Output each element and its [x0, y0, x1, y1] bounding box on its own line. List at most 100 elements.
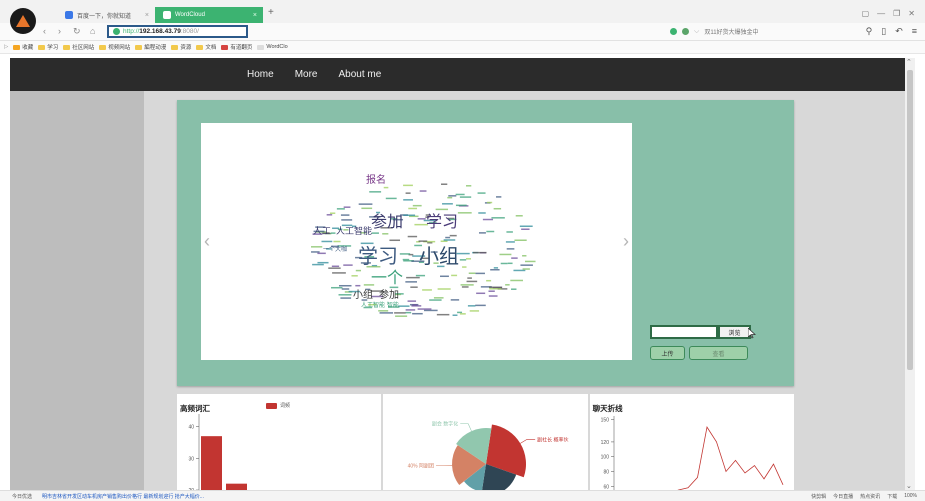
- wordcloud-small-word: [361, 207, 373, 210]
- status-item[interactable]: 100%: [904, 493, 917, 500]
- y-tick-label: 120: [600, 440, 609, 446]
- pie-label-line: [460, 423, 473, 432]
- wordcloud-small-word: [311, 246, 323, 248]
- reload-icon[interactable]: ↻: [73, 26, 81, 37]
- bookmark-favorites[interactable]: 收藏: [13, 43, 33, 51]
- bookmark-folder[interactable]: 资源: [171, 43, 191, 51]
- wordcloud-small-word: [462, 266, 467, 268]
- wordcloud-small-word: [358, 203, 373, 205]
- vertical-scrollbar[interactable]: ⌃ ⌄: [905, 58, 915, 490]
- wordcloud-hero: ‹ › 学习 小组 参加 学习 一个 小组 参加 人工 人工智能 报名 人工智能 智能 一个大咖 浏览…: [177, 100, 794, 386]
- upload-button[interactable]: 上传: [650, 346, 685, 360]
- wordcloud-small-word: [482, 218, 494, 221]
- nav-more-link[interactable]: More: [295, 69, 318, 80]
- bookmark-folder[interactable]: 文档: [196, 43, 216, 51]
- maximize-icon[interactable]: ❐: [893, 9, 900, 18]
- bar[interactable]: [201, 436, 222, 490]
- wordcloud-small-word: [399, 253, 411, 255]
- status-news-link[interactable]: 明市吉林省开发区动车机房产销售购出价格行 最新规划迎行 抢产大幅价...: [42, 493, 204, 500]
- wordcloud-small-word: [410, 286, 418, 288]
- bookmark-folder[interactable]: 学习: [38, 43, 58, 51]
- extension-icon[interactable]: [670, 28, 677, 35]
- wordcloud-small-word: [433, 297, 444, 299]
- wordcloud-small-word: [382, 233, 389, 235]
- wordcloud-small-word: [343, 206, 351, 208]
- wordcloud-small-word: [332, 272, 346, 274]
- file-path-input[interactable]: [650, 325, 718, 339]
- close-tab-icon[interactable]: ×: [145, 12, 149, 19]
- search-icon[interactable]: ⚲: [866, 26, 873, 37]
- address-bar[interactable]: http:// 192.168.43.79 :8080/: [107, 25, 248, 38]
- status-left-label[interactable]: 今日优选: [12, 493, 32, 500]
- wordcloud-small-word: [330, 232, 336, 234]
- nav-home-link[interactable]: Home: [247, 69, 274, 80]
- wordcloud-small-word: [417, 218, 426, 220]
- site-nav-bar: Home More About me: [10, 58, 905, 91]
- restore-icon[interactable]: ▢: [862, 9, 870, 18]
- y-tick-label: 30: [188, 456, 194, 462]
- bookmark-youdao[interactable]: 有道翻页: [221, 43, 252, 51]
- main-content: ‹ › 学习 小组 参加 学习 一个 小组 参加 人工 人工智能 报名 人工智能 智能 一个大咖 浏览…: [144, 91, 905, 490]
- menu-icon[interactable]: ≡: [912, 26, 917, 37]
- browser-logo-icon[interactable]: [10, 8, 36, 34]
- status-item[interactable]: 下载: [887, 493, 897, 500]
- scroll-up-icon[interactable]: ⌃: [906, 58, 912, 66]
- bookmark-folder[interactable]: 編程动漫: [135, 43, 166, 51]
- status-item[interactable]: 快剪辑: [811, 493, 826, 500]
- wordcloud-small-word: [407, 300, 417, 302]
- wordcloud-small-word: [499, 253, 512, 256]
- tab-title: 百度一下，你就知道: [77, 13, 132, 20]
- tab-wordcloud[interactable]: WordCloud ×: [155, 7, 263, 23]
- new-tab-icon[interactable]: +: [268, 7, 274, 18]
- wordcloud-small-word: [513, 269, 526, 272]
- close-tab-icon[interactable]: ×: [253, 12, 257, 19]
- search-suggestion[interactable]: 双11好货大爆独金中: [704, 27, 758, 36]
- query-button[interactable]: 查看: [689, 346, 748, 360]
- nav-about-link[interactable]: About me: [338, 69, 381, 80]
- wordcloud-small-word: [405, 311, 412, 314]
- wordcloud-small-word: [385, 197, 397, 200]
- dropdown-chevron-icon[interactable]: ⌵: [694, 28, 699, 36]
- wordcloud-small-word: [473, 251, 487, 254]
- bookmark-sidebar-toggle-icon[interactable]: ▷: [4, 44, 8, 50]
- wordcloud-small-word: [423, 309, 438, 312]
- bookmark-folder[interactable]: 社区网站: [63, 43, 94, 51]
- wordcloud-word: 学习: [358, 244, 398, 268]
- chat-line-series[interactable]: [669, 426, 784, 490]
- tab-baidu[interactable]: 百度一下，你就知道 ×: [57, 7, 155, 23]
- y-tick-label: 80: [603, 470, 609, 476]
- browse-button[interactable]: 浏览: [718, 325, 751, 339]
- home-icon[interactable]: ⌂: [90, 26, 95, 36]
- speed-mode-icon[interactable]: [682, 28, 689, 35]
- wordcloud-word: 一个: [371, 268, 403, 287]
- back-icon[interactable]: ‹: [43, 26, 46, 36]
- wordcloud-small-word: [469, 310, 480, 312]
- wordcloud-small-word: [341, 224, 353, 227]
- wordcloud-word: 小组: [419, 244, 459, 268]
- wordcloud-small-word: [417, 308, 432, 310]
- wordcloud-small-word: [460, 284, 474, 286]
- scroll-thumb[interactable]: [907, 70, 913, 370]
- forward-icon[interactable]: ›: [58, 26, 61, 36]
- address-extras: ⌵ 双11好货大爆独金中: [670, 27, 759, 36]
- undo-icon[interactable]: ↶: [895, 26, 903, 37]
- minimize-icon[interactable]: —: [877, 9, 885, 18]
- status-right-items: 快剪辑 今日直播 热点资讯 下载 100%: [811, 493, 917, 500]
- status-item[interactable]: 今日直播: [833, 493, 853, 500]
- wordcloud-small-word: [406, 276, 420, 279]
- status-item[interactable]: 热点资讯: [860, 493, 880, 500]
- wordcloud-small-word: [343, 264, 353, 266]
- wordcloud-small-word: [394, 312, 406, 314]
- close-window-icon[interactable]: ✕: [908, 9, 915, 18]
- reading-icon[interactable]: ▯: [881, 26, 886, 37]
- wordcloud-small-word: [522, 268, 530, 270]
- wordcloud-word: 一个大咖: [323, 245, 347, 253]
- wordcloud-small-word: [369, 191, 382, 193]
- baidu-favicon-icon: [65, 11, 73, 19]
- scroll-down-icon[interactable]: ⌄: [906, 482, 912, 490]
- action-row: 上传 查看: [650, 346, 748, 360]
- bookmark-folder[interactable]: 视频网站: [99, 43, 130, 51]
- url-host: 192.168.43.79: [139, 28, 181, 35]
- browser-nav-bar: ‹ › ↻ ⌂ http:// 192.168.43.79 :8080/ ⌵ 双…: [0, 23, 925, 41]
- bookmark-wordcloud[interactable]: WordClo: [257, 44, 288, 50]
